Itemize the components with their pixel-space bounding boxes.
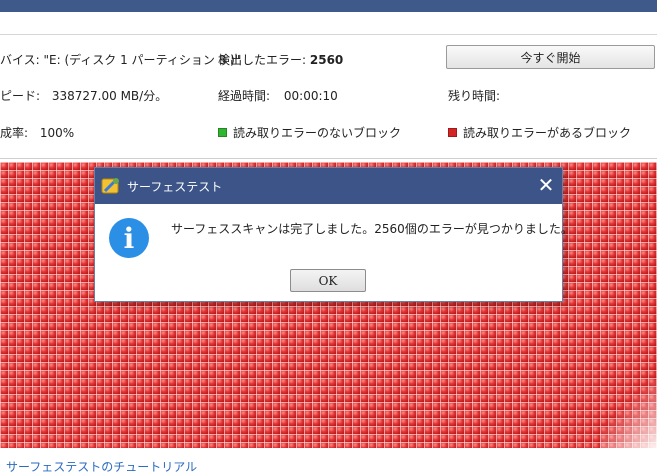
elapsed-label: 経過時間:: [218, 89, 271, 103]
app-logo-icon: [101, 176, 121, 196]
grid-divider: [0, 158, 657, 159]
remaining-time-label: 残り時間:: [448, 89, 501, 103]
device-label: バイス: "E: (ディスク 1 パーティション 3 )": [0, 53, 241, 67]
errors-label: 検出したエラー:: [218, 53, 307, 67]
success-value: 100%: [39, 126, 75, 140]
speed-value: 338727.00 MB/分。: [51, 89, 168, 103]
header-divider: [0, 34, 657, 35]
dialog-title: サーフェステスト: [127, 179, 223, 194]
legend-ok-label: 読み取りエラーのないブロック: [233, 126, 402, 140]
close-icon[interactable]: ✕: [536, 175, 556, 195]
elapsed-time: 経過時間: 00:00:10: [218, 87, 338, 104]
speed: ピード: 338727.00 MB/分。: [0, 87, 167, 104]
legend-ok-blocks: 読み取りエラーのないブロック: [218, 124, 401, 141]
dialog-message: サーフェススキャンは完了しました。2560個のエラーが見つかりました。: [171, 222, 573, 236]
start-now-button[interactable]: 今すぐ開始: [446, 45, 655, 69]
window-top-bar: [0, 0, 657, 12]
legend-error-label: 読み取りエラーがあるブロック: [463, 126, 632, 140]
tutorial-link[interactable]: サーフェステストのチュートリアル: [6, 458, 197, 475]
legend-error-blocks: 読み取りエラーがあるブロック: [448, 124, 631, 141]
info-icon: i: [109, 218, 149, 258]
green-block-icon: [218, 128, 227, 137]
red-block-icon: [448, 128, 457, 137]
errors-value: 2560: [309, 53, 344, 67]
dialog-title-bar: サーフェステスト ✕: [95, 168, 562, 204]
surface-test-dialog: サーフェステスト ✕ i サーフェススキャンは完了しました。2560個のエラーが…: [95, 168, 573, 301]
speed-label: ピード:: [0, 89, 41, 103]
elapsed-value: 00:00:10: [283, 89, 338, 103]
errors-detected: 検出したエラー: 2560: [218, 51, 343, 68]
success-rate: 成率: 100%: [0, 124, 74, 141]
grid-scroll-fade: [600, 380, 657, 448]
success-label: 成率:: [0, 126, 29, 140]
ok-button[interactable]: OK: [290, 269, 366, 292]
